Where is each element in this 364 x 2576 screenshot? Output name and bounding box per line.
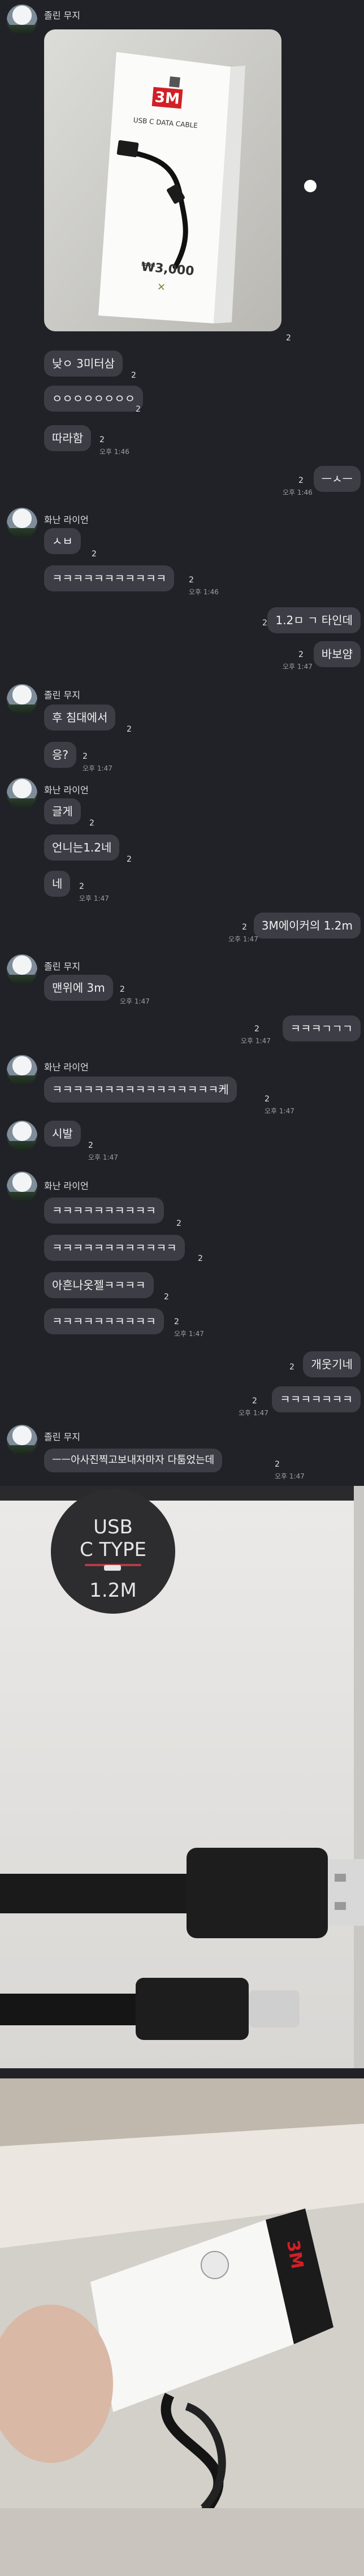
product-photo[interactable]: 3M USB C DATA CABLE ₩3,000 ✕: [44, 29, 281, 331]
message-bubble[interactable]: 1.2ㅁ ㄱ 타인데: [267, 607, 361, 633]
message-time: 오후 1:47: [283, 663, 313, 671]
message-bubble[interactable]: 3M에이커의 1.2m: [253, 913, 361, 939]
message-time: 오후 1:46: [283, 489, 313, 496]
message-bubble[interactable]: ㅡㅡ아사진찍고보내자마자 다툼었는데: [44, 1449, 223, 1472]
message-bubble[interactable]: 아흔나옷젤ㅋㅋㅋㅋ: [44, 1272, 154, 1298]
message-time: 오후 1:47: [241, 1037, 271, 1045]
message-bubble[interactable]: ㅡㅅㅡ: [313, 466, 361, 492]
unread-count: 2: [298, 650, 304, 659]
unboxing-photo: 3M: [0, 2078, 364, 2576]
message-time: 오후 1:47: [228, 935, 258, 943]
unread-count: 2: [198, 1254, 203, 1263]
message-bubble[interactable]: 응?: [44, 742, 77, 768]
message-bubble[interactable]: ㅋㅋㅋㅋㅋㅋㅋㅋㅋㅋㅋㅋ: [44, 1235, 185, 1261]
message-bubble[interactable]: 바보얌: [313, 641, 361, 667]
sender-name: 화난 라이언: [44, 515, 89, 525]
message-time: 오후 1:46: [189, 588, 219, 596]
message-time: 오후 1:47: [275, 1472, 305, 1480]
message-bubble[interactable]: 후 침대에서: [44, 704, 116, 731]
message-bubble[interactable]: ㅋㅋㅋㅋㅋㅋㅋㅋㅋㅋㅋ: [44, 565, 175, 591]
message-time: 오후 1:47: [120, 997, 150, 1005]
message-bubble[interactable]: 언니는1.2네: [44, 835, 120, 861]
closeup-image: USB C TYPE 1.2M: [0, 1486, 364, 2068]
sender-name: 화난 라이언: [44, 1062, 89, 1073]
share-icon[interactable]: [304, 180, 317, 192]
message-bubble[interactable]: 따라함: [44, 425, 92, 451]
unread-count: 2: [275, 1460, 280, 1469]
message-bubble[interactable]: ㅋㅋㅋㄱㄱㄱ: [282, 1015, 361, 1041]
message-time: 오후 1:47: [79, 894, 109, 902]
unread-count: 2: [127, 855, 132, 864]
message-bubble[interactable]: ㅋㅋㅋㅋㅋㅋㅋㅋㅋㅋㅋㅋㅋㅋㅋㅋ케: [44, 1077, 237, 1103]
c-type-label: C TYPE: [80, 1538, 146, 1561]
sender-name: 화난 라이언: [44, 785, 89, 796]
unread-count: 2: [254, 1025, 259, 1034]
unread-count: 2: [83, 752, 88, 761]
avatar[interactable]: [7, 1055, 37, 1086]
unread-count: 2: [79, 882, 84, 891]
message-bubble[interactable]: ㅅㅂ: [44, 528, 81, 554]
avatar[interactable]: [7, 954, 37, 985]
unread-count: 2: [174, 1317, 179, 1326]
message-bubble[interactable]: 개웃기네: [303, 1351, 361, 1377]
unread-count: 2: [131, 371, 136, 380]
avatar[interactable]: [7, 684, 37, 715]
product-photo-image: 3M USB C DATA CABLE ₩3,000 ✕: [44, 29, 281, 331]
message-time: 오후 1:47: [265, 1107, 294, 1115]
unread-count: 2: [89, 819, 94, 828]
message-bubble[interactable]: 글게: [44, 798, 81, 824]
usb-label: USB: [93, 1516, 133, 1538]
unread-count: 2: [176, 1219, 181, 1228]
message-bubble[interactable]: ㅇㅇㅇㅇㅇㅇㅇㅇ: [44, 386, 144, 412]
message-time: 오후 1:47: [174, 1330, 204, 1338]
unread-count: 2: [298, 476, 304, 485]
unread-count: 2: [286, 334, 291, 343]
message-time: 오후 1:47: [83, 764, 112, 772]
message-bubble[interactable]: 낮ㅇ 3미터삼: [44, 351, 123, 377]
length-label: 1.2M: [89, 1579, 136, 1602]
message-bubble[interactable]: 시발: [44, 1121, 81, 1147]
avatar[interactable]: [7, 508, 37, 538]
unread-count: 2: [189, 576, 194, 585]
avatar[interactable]: [7, 1121, 37, 1151]
brand-logo: 3M: [154, 89, 180, 108]
unread-count: 2: [127, 725, 132, 734]
unread-count: 2: [120, 985, 125, 994]
message-bubble[interactable]: ㅋㅋㅋㅋㅋㅋㅋㅋㅋㅋ: [44, 1198, 164, 1224]
sender-name: 졸린 무지: [44, 10, 80, 21]
message-bubble[interactable]: ㅋㅋㅋㅋㅋㅋㅋ: [272, 1386, 361, 1412]
sender-name: 졸린 무지: [44, 1432, 80, 1442]
closeup-photo: USB C TYPE 1.2M: [0, 1486, 364, 2068]
avatar[interactable]: [7, 1172, 37, 1202]
unread-count: 2: [88, 1141, 93, 1150]
message-time: 오후 1:47: [88, 1153, 118, 1161]
unread-count: 2: [242, 923, 247, 932]
message-bubble[interactable]: 네: [44, 871, 71, 897]
unread-count: 2: [92, 550, 97, 559]
svg-text:✕: ✕: [157, 281, 166, 293]
unread-count: 2: [289, 1363, 294, 1372]
unread-count: 2: [136, 405, 141, 414]
unread-count: 2: [252, 1397, 257, 1406]
unread-count: 2: [164, 1293, 169, 1302]
sender-name: 졸린 무지: [44, 961, 80, 972]
avatar[interactable]: [7, 778, 37, 809]
avatar[interactable]: [7, 1425, 37, 1455]
message-time: 오후 1:47: [239, 1409, 268, 1417]
sender-name: 졸린 무지: [44, 690, 80, 701]
sender-name: 화난 라이언: [44, 1181, 89, 1191]
message-time: 오후 1:46: [99, 448, 129, 456]
unboxing-image: 3M: [0, 2078, 364, 2576]
unread-count: 2: [99, 435, 105, 444]
message-bubble[interactable]: ㅋㅋㅋㅋㅋㅋㅋㅋㅋㅋ: [44, 1308, 164, 1334]
unread-count: 2: [262, 619, 267, 628]
message-bubble[interactable]: 맨위에 3m: [44, 975, 113, 1001]
unread-count: 2: [265, 1095, 270, 1104]
avatar[interactable]: [7, 5, 37, 35]
